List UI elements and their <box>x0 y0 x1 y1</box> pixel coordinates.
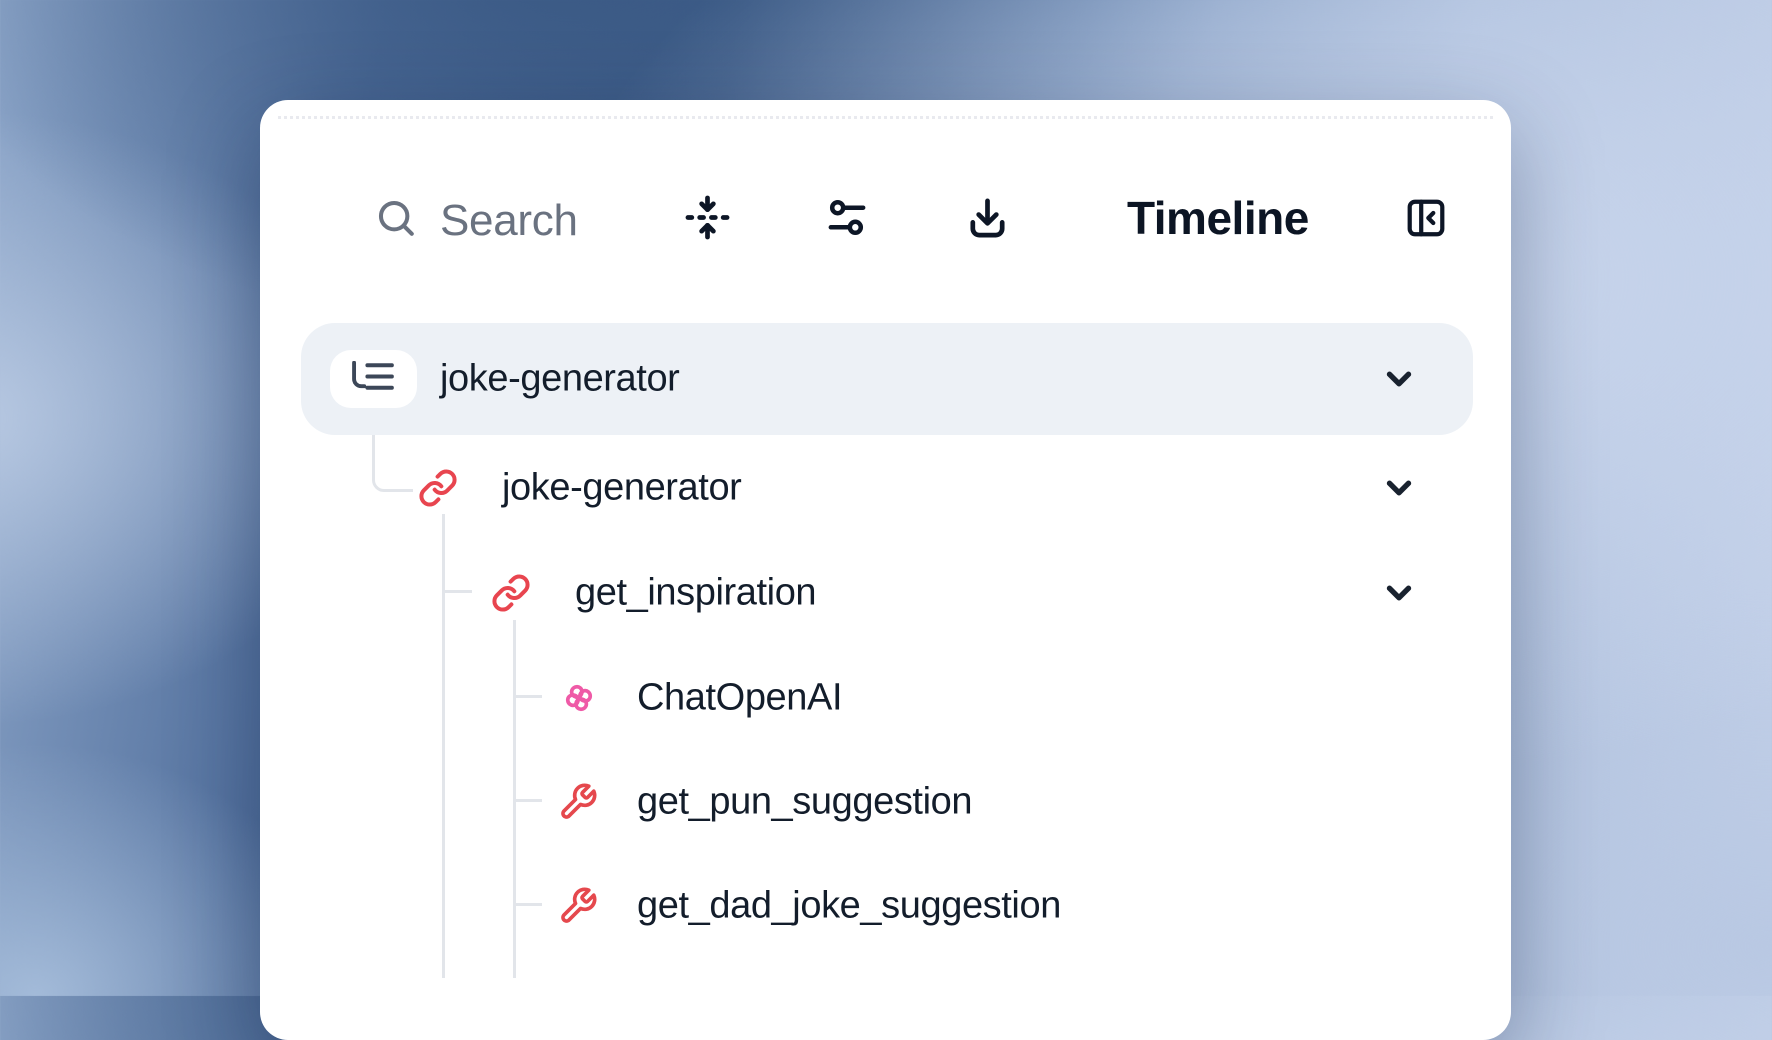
row-label: get_dad_joke_suggestion <box>637 885 1061 928</box>
fold-vertical-icon <box>684 194 731 241</box>
row-label: joke-generator <box>502 466 741 509</box>
toolbar: Search <box>260 100 1511 250</box>
tree-row-tool[interactable]: get_dad_joke_suggestion <box>260 854 1511 958</box>
row-label: joke-generator <box>440 358 679 401</box>
pinwheel-icon <box>558 677 600 719</box>
chevron-down-icon[interactable] <box>1380 574 1418 612</box>
tree-structure-icon <box>351 361 396 397</box>
row-label: ChatOpenAI <box>637 676 842 719</box>
search-icon <box>374 196 418 245</box>
collapse-panel-button[interactable] <box>1403 195 1449 241</box>
chevron-down-icon[interactable] <box>1380 360 1418 398</box>
panel-collapse-icon <box>1403 195 1449 241</box>
tree-row-chain[interactable]: get_inspiration <box>260 540 1511 645</box>
search-button[interactable]: Search <box>374 196 578 245</box>
sliders-icon <box>823 194 870 241</box>
download-button[interactable] <box>964 194 1011 241</box>
trace-badge <box>330 350 417 408</box>
row-label: get_inspiration <box>575 571 816 614</box>
timeline-label[interactable]: Timeline <box>1127 194 1309 242</box>
fold-vertical-button[interactable] <box>684 194 731 241</box>
tree-row-chain[interactable]: joke-generator <box>260 435 1511 540</box>
filter-sliders-button[interactable] <box>823 194 870 241</box>
tree-row-llm[interactable]: ChatOpenAI <box>260 645 1511 750</box>
tree-row-tool[interactable]: get_pun_suggestion <box>260 750 1511 854</box>
chevron-down-icon[interactable] <box>1380 469 1418 507</box>
link-icon <box>418 468 458 508</box>
row-label: get_pun_suggestion <box>637 781 972 824</box>
wrench-icon <box>558 782 598 822</box>
search-label: Search <box>440 199 578 243</box>
wrench-icon <box>558 886 598 926</box>
trace-tree: joke-generator joke-generator <box>260 323 1511 958</box>
trace-panel: Search <box>260 100 1511 1040</box>
tree-row-root[interactable]: joke-generator <box>260 323 1511 435</box>
download-icon <box>964 194 1011 241</box>
link-icon <box>491 573 531 613</box>
